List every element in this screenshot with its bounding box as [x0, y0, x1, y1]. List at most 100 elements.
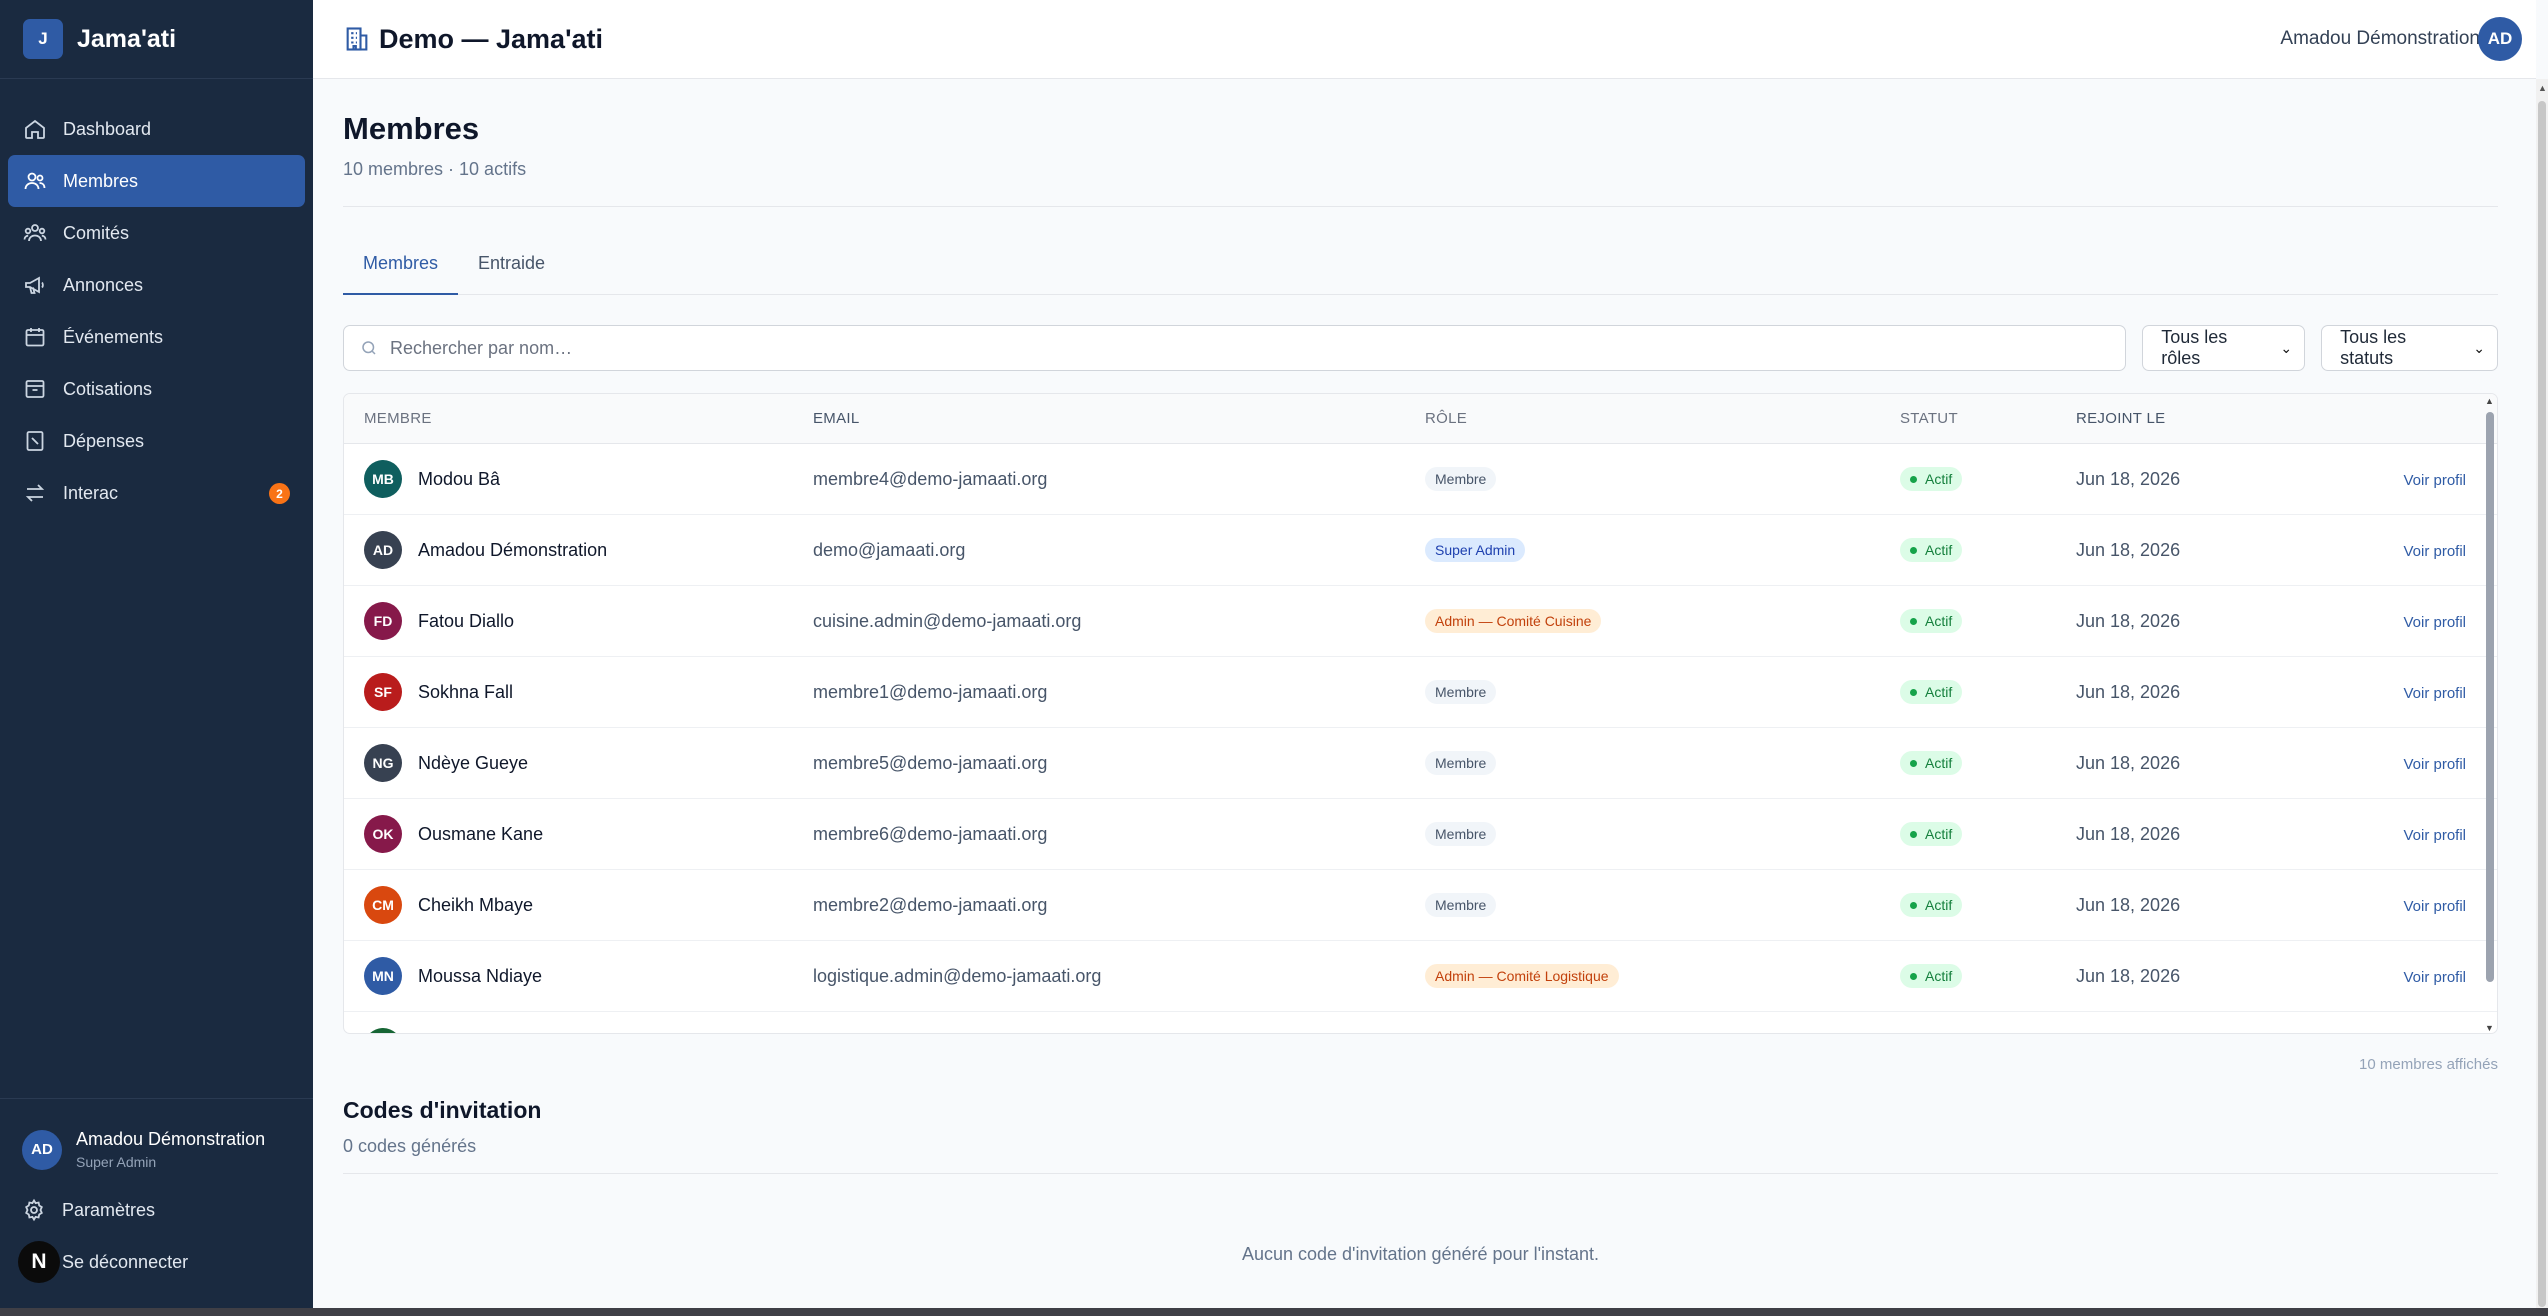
scroll-up-icon[interactable]: ▲ — [2485, 396, 2494, 406]
settings-link[interactable]: Paramètres — [0, 1184, 313, 1236]
column-header-role[interactable]: RÔLE — [1425, 410, 1900, 427]
role-cell: Super Admin — [1425, 538, 1900, 562]
sidebar-item-label: Dashboard — [63, 118, 152, 139]
view-profile-link[interactable]: Voir profil — [2403, 756, 2466, 773]
view-profile-cell: Voir profil — [2376, 753, 2466, 774]
role-badge: Membre — [1425, 893, 1497, 917]
member-name: Ousmane Kane — [418, 823, 544, 844]
page-title: Membres — [343, 111, 480, 146]
role-badge: Admin — Comité Logistique — [1425, 964, 1619, 988]
member-name: Fatou Diallo — [418, 610, 515, 631]
status-label: Actif — [1925, 755, 1953, 772]
member-email: membre1@demo-jamaati.org — [813, 681, 1048, 702]
role-cell: Membre — [1425, 822, 1900, 846]
role-cell: Membre — [1425, 751, 1900, 775]
avatar[interactable]: AD — [2478, 17, 2522, 61]
sidebar-footer: AD Amadou Démonstration Super Admin Para… — [0, 1098, 313, 1316]
sidebar-item-interac[interactable]: Interac 2 — [8, 467, 305, 519]
status-filter-select[interactable]: Tous les statuts ⌄ — [2321, 325, 2498, 371]
view-profile-cell: Voir profil — [2376, 611, 2466, 632]
scrollbar-thumb[interactable] — [2486, 412, 2494, 982]
role-filter-value: Tous les rôles — [2161, 327, 2228, 368]
status-filter-value: Tous les statuts — [2340, 327, 2407, 368]
brand-name: Jama'ati — [77, 24, 177, 53]
tab-entraide[interactable]: Entraide — [458, 237, 565, 295]
sidebar-item-annonces[interactable]: Annonces — [8, 259, 305, 311]
table-row[interactable]: CM Cheikh Mbaye membre2@demo-jamaati.org Me… — [344, 870, 2497, 941]
role-badge: Membre — [1425, 751, 1497, 775]
logout-button[interactable]: N Se déconnecter — [0, 1236, 313, 1288]
table-row[interactable]: MN Moussa Ndiaye logistique.admin@demo-jam… — [344, 941, 2497, 1012]
notification-badge: 2 — [269, 483, 290, 504]
settings-label: Paramètres — [62, 1199, 156, 1220]
status-dot-icon — [1910, 617, 1917, 625]
table-row[interactable]: FD Fatou Diallo cuisine.admin@demo-jamaati… — [344, 586, 2497, 657]
brand-logo: J — [23, 19, 63, 59]
scrollbar-thumb[interactable] — [2538, 101, 2546, 1307]
table-row[interactable]: SF Sokhna Fall membre1@demo-jamaati.org Mem… — [344, 657, 2497, 728]
sidebar-item-dashboard[interactable]: Dashboard — [8, 103, 305, 155]
sidebar-item-cotisations[interactable]: Cotisations — [8, 363, 305, 415]
search-icon — [362, 341, 376, 355]
member-name: Amadou Démonstration — [418, 539, 608, 560]
sidebar-user[interactable]: AD Amadou Démonstration Super Admin — [0, 1099, 313, 1170]
filters-bar: Tous les rôles ⌄ Tous les statuts ⌄ — [343, 325, 2498, 371]
table-row[interactable]: MB Modou Bâ membre4@demo-jamaati.org Membre… — [344, 444, 2497, 515]
search-input[interactable] — [390, 337, 2090, 359]
sidebar-item-depenses[interactable]: Dépenses — [8, 415, 305, 467]
status-badge: Actif — [1900, 893, 1963, 918]
divider — [343, 1173, 2498, 1174]
status-dot-icon — [1910, 688, 1917, 696]
column-header-email[interactable]: EMAIL — [813, 410, 1425, 427]
column-header-joined[interactable]: REJOINT LE — [2076, 410, 2376, 427]
table-row[interactable]: AD Amadou Démonstration demo@jamaati.org Su… — [344, 515, 2497, 586]
role-filter-select[interactable]: Tous les rôles ⌄ — [2142, 325, 2306, 371]
joined-date: Jun 18, 2026 — [2076, 468, 2181, 489]
archive-icon — [25, 380, 45, 398]
topbar-user-name: Amadou Démonstration — [2280, 28, 2480, 49]
view-profile-link[interactable]: Voir profil — [2403, 898, 2466, 915]
member-cell: FD Fatou Diallo — [344, 602, 813, 640]
scroll-down-icon[interactable]: ▼ — [2485, 1023, 2494, 1033]
view-profile-link[interactable]: Voir profil — [2403, 685, 2466, 702]
table-row[interactable]: NG Ndèye Gueye membre5@demo-jamaati.org Mem… — [344, 728, 2497, 799]
n-badge-icon[interactable]: N — [18, 1241, 60, 1283]
view-profile-link[interactable]: Voir profil — [2403, 472, 2466, 489]
status-cell: Actif — [1900, 893, 2076, 918]
table-scrollbar[interactable]: ▲ ▼ — [2485, 394, 2495, 1033]
view-profile-link[interactable]: Voir profil — [2403, 614, 2466, 631]
page-scrollbar[interactable]: ▲ — [2536, 79, 2548, 1308]
sidebar-item-label: Membres — [63, 170, 139, 191]
scroll-up-icon[interactable]: ▲ — [2538, 83, 2547, 93]
column-header-status[interactable]: STATUT — [1900, 410, 2076, 427]
main-content: Membres 10 membres · 10 actifs Membres E… — [343, 79, 2498, 1265]
view-profile-link[interactable]: Voir profil — [2403, 969, 2466, 986]
status-badge: Actif — [1900, 680, 1963, 705]
avatar: IS — [364, 1028, 402, 1033]
status-dot-icon — [1910, 475, 1917, 483]
view-profile-link[interactable]: Voir profil — [2403, 827, 2466, 844]
role-badge: Membre — [1425, 467, 1497, 491]
sidebar-item-label: Comités — [63, 222, 130, 243]
sidebar-item-evenements[interactable]: Événements — [8, 311, 305, 363]
member-cell: AD Amadou Démonstration — [344, 531, 813, 569]
column-header-member[interactable]: MEMBRE — [344, 410, 813, 427]
status-label: Actif — [1925, 897, 1953, 914]
member-email: membre2@demo-jamaati.org — [813, 894, 1048, 915]
status-cell: Actif — [1900, 538, 2076, 563]
bottom-strip — [0, 1308, 313, 1316]
view-profile-cell: Voir profil — [2376, 682, 2466, 703]
member-cell: OK Ousmane Kane — [344, 815, 813, 853]
brand[interactable]: J Jama'ati — [0, 0, 313, 79]
tab-membres[interactable]: Membres — [343, 237, 459, 295]
avatar: MB — [364, 460, 402, 498]
sidebar-item-comites[interactable]: Comités — [8, 207, 305, 259]
table-row[interactable]: OK Ousmane Kane membre6@demo-jamaati.org Me… — [344, 799, 2497, 870]
view-profile-link[interactable]: Voir profil — [2403, 543, 2466, 560]
table-row[interactable]: ISIbrahima Sowcommunication.admin@demo-j… — [344, 1012, 2497, 1033]
sidebar-item-membres[interactable]: Membres — [8, 155, 305, 207]
status-label: Actif — [1925, 471, 1953, 488]
status-dot-icon — [1910, 759, 1917, 767]
search-box — [343, 325, 2127, 371]
topbar: Demo — Jama'ati Amadou Démonstration AD — [313, 0, 2536, 79]
